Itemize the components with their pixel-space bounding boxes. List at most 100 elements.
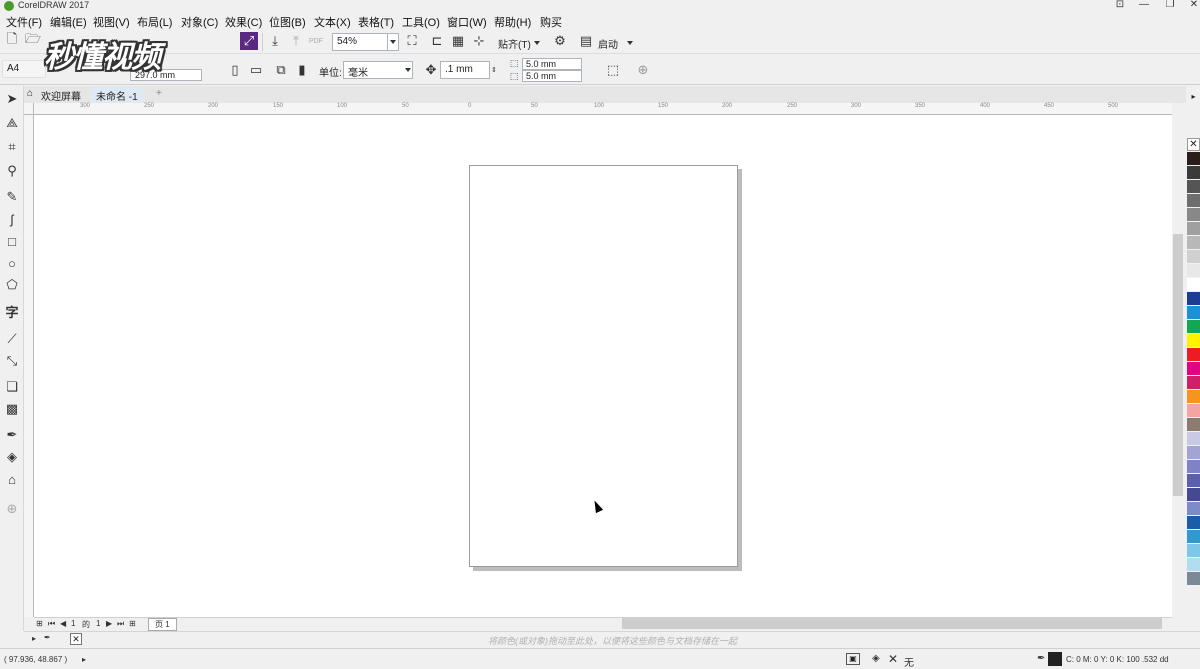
export-icon[interactable]: ⤒ [287,32,305,50]
add-tab-icon[interactable]: + [151,87,167,102]
zoom-level-field[interactable]: 54% [332,33,388,51]
color-swatch[interactable] [1187,558,1200,571]
transparency-tool-icon[interactable]: ▩ [3,400,21,418]
unit-select[interactable]: 毫米 [343,61,413,79]
color-swatch[interactable] [1187,516,1200,529]
new-document-icon[interactable]: 🗋 [3,31,21,50]
horizontal-ruler[interactable]: 300 250 200 150 100 50 0 50 100 150 200 … [34,103,1172,115]
color-swatch[interactable] [1187,180,1200,193]
tab-welcome-screen[interactable]: 欢迎屏幕 [36,87,86,103]
color-swatch[interactable] [1187,502,1200,515]
account-icon[interactable]: ⊡ [1108,0,1132,11]
color-swatch[interactable] [1187,572,1200,585]
unit-dropdown-arrow[interactable] [405,68,411,72]
portrait-icon[interactable]: ▯ [226,61,244,79]
color-swatch[interactable] [1187,390,1200,403]
show-rulers-icon[interactable]: ⊏ [428,32,446,50]
color-swatch[interactable] [1187,544,1200,557]
color-swatch[interactable] [1187,236,1200,249]
drop-shadow-tool-icon[interactable]: ❏ [3,378,21,396]
menu-bitmaps[interactable]: 位图(B) [269,14,306,30]
full-screen-preview-icon[interactable]: ⛶ [403,32,421,50]
publish-pdf-icon[interactable]: PDF [307,32,325,50]
color-swatch[interactable] [1187,264,1200,277]
first-page-icon[interactable]: ⏮ [48,619,55,629]
smart-fill-tool-icon[interactable]: ⌂ [3,470,21,488]
last-page-icon[interactable]: ⏭ [117,619,124,629]
quick-customize-icon[interactable]: ⊕ [3,500,21,518]
tab-untitled-document[interactable]: 未命名 -1 [91,87,143,103]
color-swatch[interactable] [1187,250,1200,263]
show-grid-icon[interactable]: ▦ [449,32,467,50]
previous-page-icon[interactable]: ◀ [60,619,66,628]
color-swatch[interactable] [1187,488,1200,501]
palette-menu-icon[interactable]: ▸ [32,634,36,643]
status-expand-icon[interactable]: ▸ [82,655,86,664]
zoom-dropdown-button[interactable] [387,33,399,51]
color-swatch[interactable] [1187,292,1200,305]
freehand-tool-icon[interactable]: ✎ [3,188,21,206]
palette-scroll-up-icon[interactable]: ▸ [1187,92,1200,102]
treat-as-filled-icon[interactable]: ⬚ [604,61,622,79]
horizontal-scroll-thumb[interactable] [622,618,1162,629]
color-swatch[interactable] [1187,362,1200,375]
menu-effects[interactable]: 效果(C) [225,14,262,30]
color-swatch[interactable] [1187,404,1200,417]
color-proof-icon[interactable]: ▣ [846,653,860,665]
landscape-icon[interactable]: ▭ [247,61,265,79]
add-page-before-icon[interactable]: ⊞ [36,619,43,628]
all-pages-icon[interactable]: ⧉ [272,61,290,79]
rectangle-tool-icon[interactable]: □ [3,232,21,250]
color-swatch[interactable] [1187,432,1200,445]
restore-button[interactable]: ❐ [1158,0,1182,11]
menu-window[interactable]: 窗口(W) [447,14,487,30]
no-fill-swatch[interactable]: ✕ [70,633,82,645]
vertical-ruler[interactable] [24,115,34,617]
page-tab-1[interactable]: 页 1 [148,618,177,631]
color-swatch[interactable] [1187,306,1200,319]
launch-icon[interactable]: ▤ [577,32,595,50]
color-swatch[interactable] [1187,446,1200,459]
menu-table[interactable]: 表格(T) [358,14,394,30]
ruler-origin[interactable] [24,103,34,115]
color-swatch[interactable] [1187,348,1200,361]
close-button[interactable]: ✕ [1182,0,1200,11]
snap-dropdown-arrow[interactable] [534,41,540,45]
pick-tool-icon[interactable]: ➤ [3,90,21,108]
artistic-media-tool-icon[interactable]: ʃ [3,210,21,228]
current-page-icon[interactable]: ▮ [293,61,311,79]
import-icon[interactable]: ⤓ [266,32,284,50]
corel-connect-icon[interactable]: ⤢ [240,32,258,50]
color-swatch[interactable] [1187,418,1200,431]
interactive-fill-tool-icon[interactable]: ◈ [3,448,21,466]
color-swatch[interactable] [1187,530,1200,543]
show-guidelines-icon[interactable]: ⊹ [470,32,488,50]
color-swatch[interactable] [1187,194,1200,207]
page-size-select[interactable]: A4 [2,60,46,78]
color-swatch[interactable] [1187,334,1200,347]
duplicate-y-field[interactable]: 5.0 mm [522,70,582,82]
color-swatch[interactable] [1187,320,1200,333]
color-swatch[interactable] [1187,152,1200,165]
vertical-scroll-thumb[interactable] [1173,234,1183,496]
next-page-icon[interactable]: ▶ [106,619,112,628]
crop-tool-icon[interactable]: ⌗ [3,138,21,156]
document-page[interactable] [469,165,738,567]
eyedropper-icon[interactable]: ✒ [44,633,51,642]
color-eyedropper-tool-icon[interactable]: ✒ [3,426,21,444]
launch-dropdown-arrow[interactable] [627,41,633,45]
nudge-distance-field[interactable]: .1 mm [440,61,490,79]
snap-to-menu[interactable]: 贴齐(T) [498,36,531,51]
menu-object[interactable]: 对象(C) [181,14,218,30]
menu-layout[interactable]: 布局(L) [137,14,172,30]
launch-menu[interactable]: 启动 [598,36,618,51]
shape-tool-icon[interactable]: ⟁ [3,114,21,132]
color-swatch[interactable] [1187,208,1200,221]
menu-help[interactable]: 帮助(H) [494,14,531,30]
menu-buy[interactable]: 购买 [540,14,562,30]
add-property-icon[interactable]: ⊕ [634,61,652,79]
menu-view[interactable]: 视图(V) [93,14,130,30]
color-swatch[interactable] [1187,376,1200,389]
menu-tools[interactable]: 工具(O) [402,14,440,30]
ellipse-tool-icon[interactable]: ○ [3,254,21,272]
